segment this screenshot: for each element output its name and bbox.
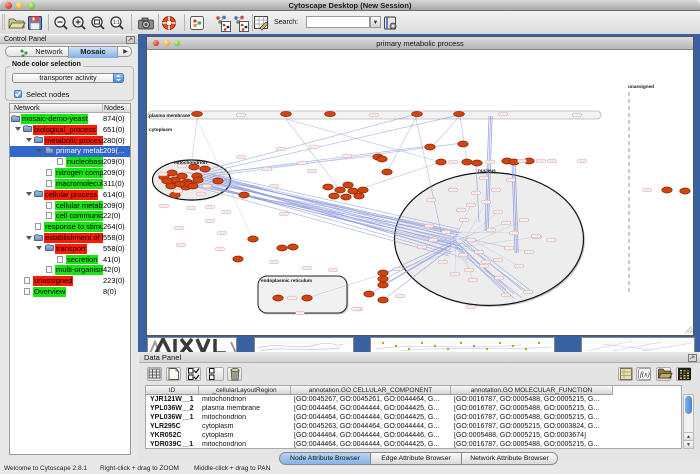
svg-text:cytoplasm: cytoplasm: [149, 127, 172, 132]
svg-text:endoplasmic reticulum: endoplasmic reticulum: [261, 278, 312, 283]
svg-text:1:1: 1:1: [113, 20, 120, 26]
svg-text:f(x): f(x): [640, 371, 650, 379]
svg-text:plasma membrane: plasma membrane: [149, 113, 191, 118]
svg-text:nucleus: nucleus: [478, 168, 496, 173]
svg-text:unassigned: unassigned: [628, 84, 654, 89]
